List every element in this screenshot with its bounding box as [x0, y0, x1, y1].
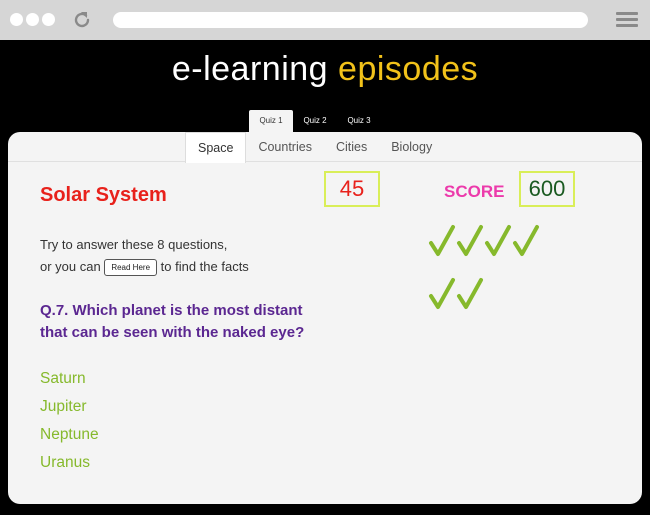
topic-tabs: Space Countries Cities Biology	[185, 132, 444, 163]
tab-space[interactable]: Space	[185, 132, 247, 163]
tab-biology[interactable]: Biology	[379, 132, 444, 162]
tab-cities[interactable]: Cities	[324, 132, 379, 162]
answer-list: Saturn Jupiter Neptune Uranus	[40, 368, 99, 480]
check-mark-icon	[485, 225, 511, 256]
reload-icon[interactable]	[70, 8, 94, 32]
tab-quiz-1[interactable]: Quiz 1	[249, 110, 293, 132]
window-dot-1[interactable]	[10, 13, 23, 26]
browser-toolbar	[0, 0, 650, 40]
check-mark-icon	[457, 278, 483, 309]
intro-line-2a: or you can	[40, 259, 101, 274]
timer-box: 45	[324, 171, 380, 207]
window-dot-3[interactable]	[42, 13, 55, 26]
quiz-tabs: Quiz 1 Quiz 2 Quiz 3	[249, 110, 381, 132]
check-mark-icon	[513, 225, 539, 256]
check-mark-icon	[457, 225, 483, 256]
tab-quiz-3[interactable]: Quiz 3	[337, 110, 381, 132]
hamburger-menu-icon[interactable]	[616, 12, 638, 28]
score-box: 600	[519, 171, 575, 207]
logo-word-2: episodes	[338, 50, 479, 88]
answer-option-3[interactable]: Neptune	[40, 424, 99, 452]
check-mark-icon	[429, 278, 455, 309]
intro-line-2b: to find the facts	[160, 259, 249, 274]
window-dot-2[interactable]	[26, 13, 39, 26]
intro-text: Try to answer these 8 questions, or you …	[40, 234, 249, 278]
quiz-title: Solar System	[40, 184, 167, 206]
tab-countries[interactable]: Countries	[246, 132, 324, 162]
intro-line-1: Try to answer these 8 questions,	[40, 237, 228, 252]
answer-option-4[interactable]: Uranus	[40, 452, 99, 480]
address-bar[interactable]	[113, 12, 588, 28]
site-logo: e-learning episodes	[0, 50, 650, 89]
logo-word-1: e-learning	[171, 50, 329, 88]
answer-option-1[interactable]: Saturn	[40, 368, 99, 396]
answer-option-2[interactable]: Jupiter	[40, 396, 99, 424]
tab-quiz-2[interactable]: Quiz 2	[293, 110, 337, 132]
quiz-card: Space Countries Cities Biology Solar Sys…	[8, 132, 642, 504]
score-label: SCORE	[444, 182, 505, 201]
read-here-button[interactable]: Read Here	[104, 259, 158, 277]
check-mark-icon	[429, 225, 455, 256]
intro-line-2: or you can Read Here to find the facts	[40, 256, 249, 278]
question-text: Q.7. Which planet is the most distant th…	[40, 302, 305, 341]
